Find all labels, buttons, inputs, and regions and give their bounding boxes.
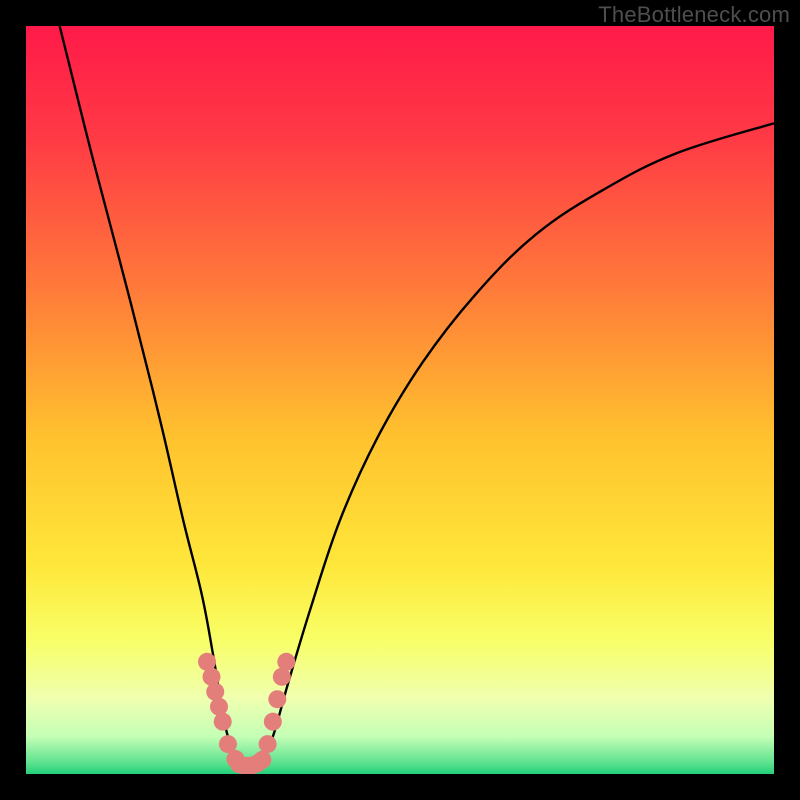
plot-area (26, 26, 774, 774)
chart-frame: TheBottleneck.com (0, 0, 800, 800)
marker-dot (277, 653, 295, 671)
marker-dot (268, 690, 286, 708)
marker-dot (264, 713, 282, 731)
marker-dot (203, 668, 221, 686)
marker-dot (214, 713, 232, 731)
marker-dot (253, 751, 271, 769)
gradient-background (26, 26, 774, 774)
marker-dot (206, 683, 224, 701)
bottleneck-chart (26, 26, 774, 774)
marker-dot (210, 698, 228, 716)
marker-dot (259, 735, 277, 753)
watermark-label: TheBottleneck.com (598, 2, 790, 28)
